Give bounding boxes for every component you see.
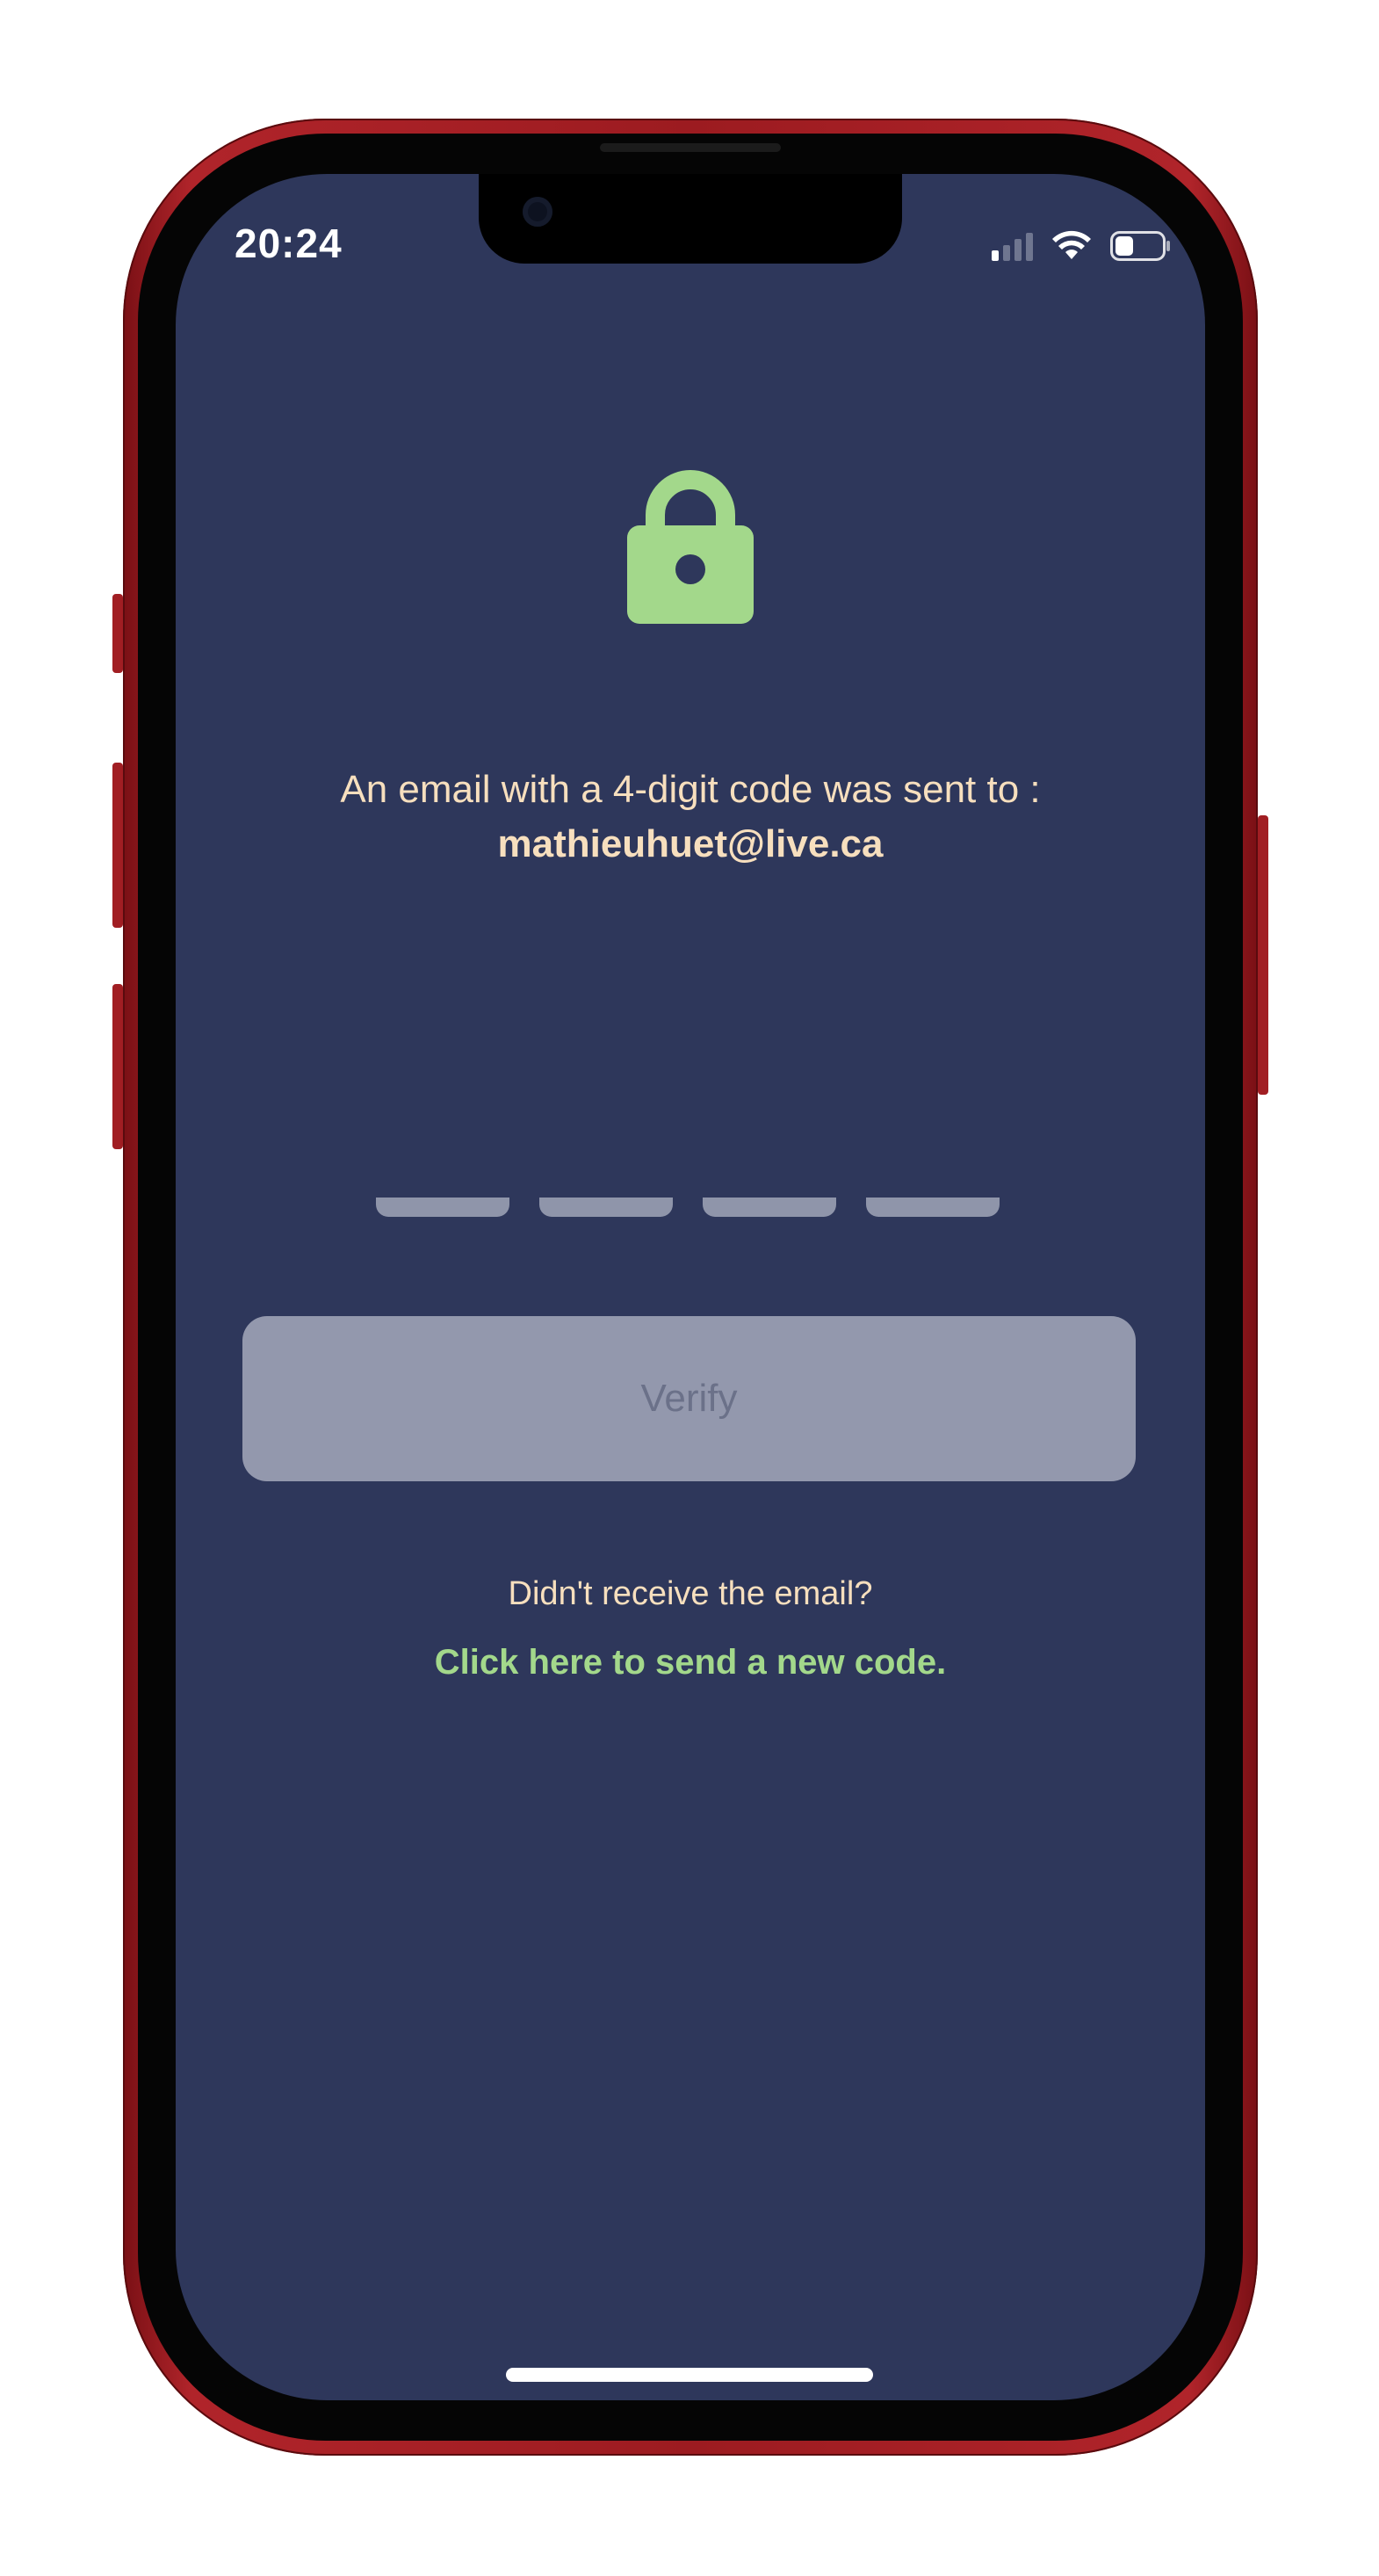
didnt-receive-text: Didn't receive the email?: [508, 1575, 873, 1612]
email-sent-message: An email with a 4-digit code was sent to…: [176, 763, 1205, 872]
home-indicator[interactable]: [506, 2368, 873, 2382]
front-camera: [523, 197, 552, 227]
earpiece-speaker: [600, 143, 781, 152]
app-screen: 20:24 An email with a 4-digit code was s…: [176, 174, 1205, 2400]
mute-switch: [112, 594, 123, 673]
cellular-signal-icon: [992, 231, 1033, 261]
code-input-group: [376, 1198, 1000, 1217]
verify-button[interactable]: Verify: [242, 1316, 1136, 1481]
device-mockup: 20:24 An email with a 4-digit code was s…: [0, 0, 1379, 2576]
power-button: [1258, 815, 1268, 1095]
notch: [479, 174, 902, 264]
message-text: An email with a 4-digit code was sent to…: [340, 768, 1041, 811]
resend-code-link[interactable]: Click here to send a new code.: [176, 1643, 1205, 1682]
wifi-icon: [1052, 230, 1091, 259]
status-icons: [992, 228, 1172, 264]
code-digit-input[interactable]: [866, 1198, 1000, 1217]
code-digit-input[interactable]: [539, 1198, 673, 1217]
volume-up-button: [112, 763, 123, 928]
lock-icon: [627, 464, 754, 624]
status-time: 20:24: [235, 221, 343, 266]
volume-down-button: [112, 984, 123, 1149]
code-digit-input[interactable]: [703, 1198, 836, 1217]
code-digit-input[interactable]: [376, 1198, 509, 1217]
battery-icon: [1110, 231, 1170, 261]
recipient-email: mathieuhuet@live.ca: [497, 822, 884, 865]
